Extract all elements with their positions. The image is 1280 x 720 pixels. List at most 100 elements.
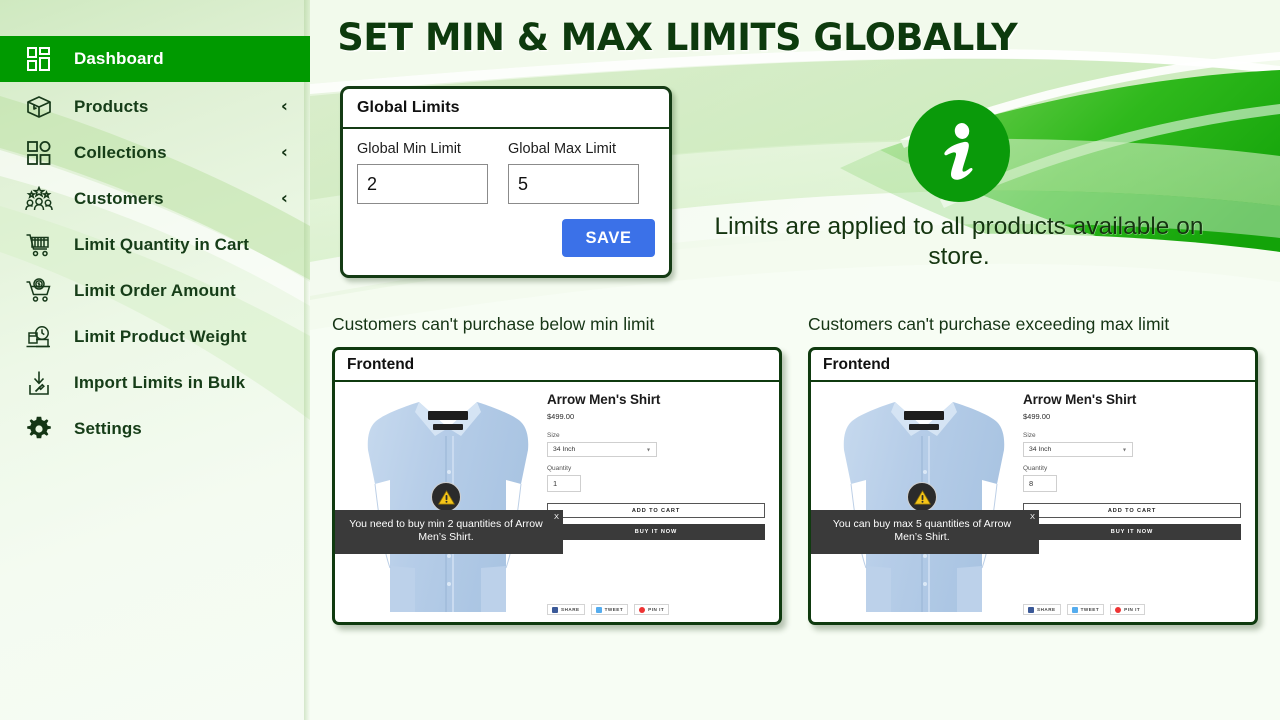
collections-icon (22, 136, 56, 170)
chevron-down-icon: ▾ (1122, 446, 1126, 453)
box-icon (22, 90, 56, 124)
quantity-value: 1 (553, 479, 558, 488)
global-min-limit-input[interactable] (357, 164, 488, 204)
add-to-cart-button[interactable]: ADD TO CART (1023, 503, 1241, 518)
sidebar-item-limit-order-amount[interactable]: Limit Order Amount (0, 268, 310, 314)
sidebar-item-label: Import Limits in Bulk (74, 373, 246, 392)
info-block: Limits are applied to all products avail… (700, 100, 1218, 272)
twitter-icon (595, 606, 602, 613)
size-select[interactable]: 34 Inch ▾ (1023, 442, 1133, 457)
page-title: SET MIN & MAX LIMITS GLOBALLY (337, 16, 1018, 59)
sidebar-item-settings[interactable]: Settings (0, 406, 310, 452)
weight-icon (22, 320, 56, 354)
global-max-limit-label: Global Max Limit (508, 141, 616, 157)
frontend-panel-max: Frontend X You can buy max 5 quantities … (808, 347, 1258, 625)
sidebar: Dashboard Products ‹ Collections ‹ Custo… (0, 0, 310, 720)
frontend-panel-min: Frontend X You need to buy min 2 quantit… (332, 347, 782, 625)
warning-tooltip-min: X You need to buy min 2 quantities of Ar… (335, 510, 563, 554)
quantity-input[interactable]: 8 (1023, 475, 1057, 492)
size-selected-value: 34 Inch (1029, 446, 1052, 453)
share-twitter-button[interactable]: TWEET (1066, 604, 1105, 615)
sidebar-item-limit-quantity-in-cart[interactable]: Limit Quantity in Cart (0, 222, 310, 268)
customers-icon (22, 182, 56, 216)
dashboard-icon (22, 42, 56, 76)
size-select[interactable]: 34 Inch ▾ (547, 442, 657, 457)
frontend-panel-title: Frontend (335, 350, 779, 382)
product-image-container: X You need to buy min 2 quantities of Ar… (335, 382, 563, 622)
share-facebook-button[interactable]: SHARE (547, 604, 585, 615)
tooltip-close-icon[interactable]: X (1030, 512, 1035, 522)
import-icon (22, 366, 56, 400)
chevron-down-icon: ▾ (646, 446, 650, 453)
quantity-input[interactable]: 1 (547, 475, 581, 492)
save-button[interactable]: SAVE (562, 219, 655, 257)
product-price: $499.00 (1023, 412, 1051, 421)
warning-badge-icon (907, 482, 937, 512)
buy-it-now-button[interactable]: BUY IT NOW (547, 524, 765, 540)
chevron-left-icon[interactable]: ‹ (281, 98, 288, 116)
sidebar-item-customers[interactable]: Customers ‹ (0, 176, 310, 222)
tooltip-text: You can buy max 5 quantities of Arrow Me… (832, 518, 1012, 544)
product-info: Arrow Men's Shirt $499.00 Size 34 Inch ▾… (1017, 382, 1255, 622)
gear-icon (22, 412, 56, 446)
product-title: Arrow Men's Shirt (547, 392, 661, 407)
sidebar-item-dashboard[interactable]: Dashboard (0, 36, 310, 82)
size-label: Size (547, 432, 560, 439)
sidebar-item-label: Limit Product Weight (74, 327, 247, 346)
frontend-panel-title: Frontend (811, 350, 1255, 382)
share-twitter-button[interactable]: TWEET (590, 604, 629, 615)
cart-dollar-icon (22, 274, 56, 308)
share-label: TWEET (604, 607, 624, 612)
global-max-limit-input[interactable] (508, 164, 639, 204)
global-limits-card: Global Limits Global Min Limit Global Ma… (340, 86, 672, 278)
share-label: PIN IT (1124, 607, 1141, 612)
quantity-label: Quantity (547, 465, 572, 472)
sidebar-item-import-limits-in-bulk[interactable]: Import Limits in Bulk (0, 360, 310, 406)
add-to-cart-button[interactable]: ADD TO CART (547, 503, 765, 518)
global-limits-body: Global Min Limit Global Max Limit (343, 129, 669, 204)
global-min-limit-label: Global Min Limit (357, 141, 461, 157)
sidebar-item-label: Limit Quantity in Cart (74, 235, 250, 254)
size-label: Size (1023, 432, 1036, 439)
sidebar-item-products[interactable]: Products ‹ (0, 84, 310, 130)
info-icon (908, 100, 1010, 202)
share-pinterest-button[interactable]: PIN IT (634, 604, 670, 615)
chevron-left-icon[interactable]: ‹ (281, 190, 288, 208)
info-text: Limits are applied to all products avail… (714, 213, 1204, 270)
warning-tooltip-max: X You can buy max 5 quantities of Arrow … (811, 510, 1039, 554)
share-row: SHARE TWEET PIN IT (547, 604, 670, 615)
product-price: $499.00 (547, 412, 575, 421)
global-max-limit-field: Global Max Limit (508, 141, 639, 204)
frontend-panel-body: X You can buy max 5 quantities of Arrow … (811, 382, 1255, 622)
cart-icon (22, 228, 56, 262)
pinterest-icon (639, 606, 646, 613)
tooltip-close-icon[interactable]: X (554, 512, 559, 522)
chevron-left-icon[interactable]: ‹ (281, 144, 288, 162)
pinterest-icon (1115, 606, 1122, 613)
caption-min-limit: Customers can't purchase below min limit (332, 314, 655, 334)
quantity-value: 8 (1029, 479, 1034, 488)
share-facebook-button[interactable]: SHARE (1023, 604, 1061, 615)
sidebar-item-label: Products (74, 97, 149, 116)
share-row: SHARE TWEET PIN IT (1023, 604, 1146, 615)
product-image-container: X You can buy max 5 quantities of Arrow … (811, 382, 1039, 622)
share-label: TWEET (1080, 607, 1100, 612)
sidebar-item-collections[interactable]: Collections ‹ (0, 130, 310, 176)
share-label: PIN IT (648, 607, 665, 612)
share-pinterest-button[interactable]: PIN IT (1110, 604, 1146, 615)
save-row: SAVE (562, 219, 655, 257)
quantity-label: Quantity (1023, 465, 1048, 472)
facebook-icon (1028, 606, 1034, 613)
product-info: Arrow Men's Shirt $499.00 Size 34 Inch ▾… (541, 382, 779, 622)
product-title: Arrow Men's Shirt (1023, 392, 1137, 407)
sidebar-item-limit-product-weight[interactable]: Limit Product Weight (0, 314, 310, 360)
global-min-limit-field: Global Min Limit (357, 141, 488, 204)
sidebar-item-label: Customers (74, 189, 164, 208)
sidebar-item-label: Collections (74, 143, 167, 162)
global-limits-title: Global Limits (343, 89, 669, 129)
twitter-icon (1071, 606, 1078, 613)
size-selected-value: 34 Inch (553, 446, 576, 453)
frontend-panel-body: X You need to buy min 2 quantities of Ar… (335, 382, 779, 622)
buy-it-now-button[interactable]: BUY IT NOW (1023, 524, 1241, 540)
facebook-icon (552, 606, 558, 613)
